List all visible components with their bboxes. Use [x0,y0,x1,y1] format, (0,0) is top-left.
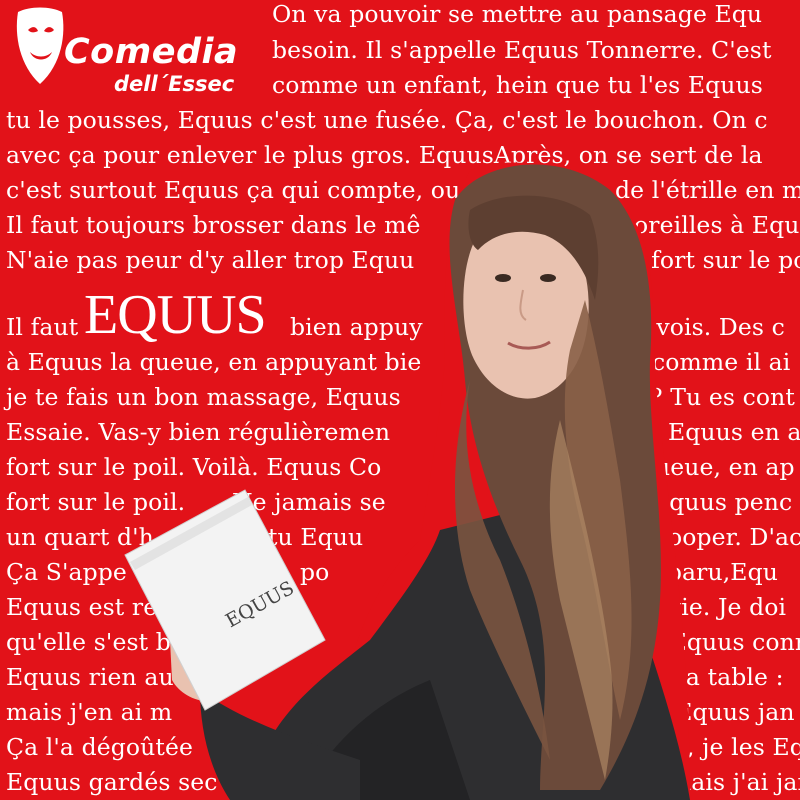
logo-name: Comedia [64,32,239,72]
logo: Comedia dell´Essec [4,2,270,102]
script-book [124,489,326,711]
theatre-mask-icon [16,7,64,84]
poster: On va pouvoir se mettre au pansage Equ b… [0,0,800,800]
portrait-figure [124,162,690,800]
logo-subtitle: dell´Essec [114,72,235,96]
